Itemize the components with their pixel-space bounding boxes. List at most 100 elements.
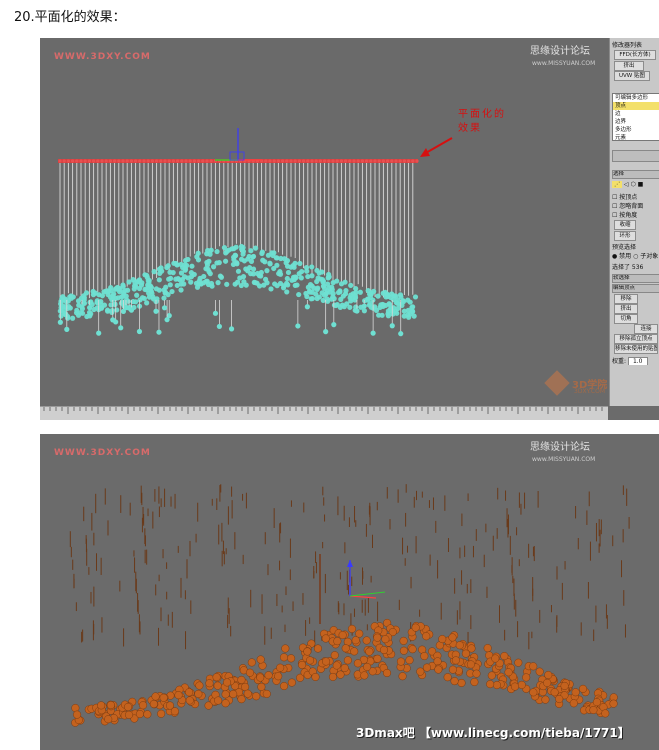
vertex-sphere: [194, 689, 203, 698]
uvw-button[interactable]: UVW 贴图: [614, 71, 650, 81]
screenshot-panel-2[interactable]: WWW.3DXY.COM 思缘设计论坛 www.MISSYUAN.COM 3Dma…: [40, 434, 659, 750]
timeline-ruler[interactable]: [40, 406, 608, 420]
vertex-sphere: [264, 268, 270, 274]
vertex-sphere: [215, 280, 221, 286]
vertex-sphere: [90, 292, 97, 298]
vertex-sphere: [204, 251, 210, 257]
plane-vertex: [150, 159, 154, 163]
vertex-sphere: [243, 282, 249, 288]
vertex-sphere: [144, 300, 150, 306]
vertex-sphere: [535, 667, 544, 676]
vertex-sphere: [319, 269, 325, 275]
stack-item-vertex[interactable]: 顶点: [613, 102, 659, 110]
vertex-sphere: [343, 656, 352, 665]
vertex-sphere: [70, 315, 76, 321]
check-by-vertex[interactable]: ☐ 按顶点: [612, 192, 659, 201]
preview-radios[interactable]: ● 禁用 ○ 子对象: [612, 251, 659, 260]
vertex-sphere: [167, 275, 174, 282]
vertex-sphere: [309, 283, 315, 289]
plane-vertex: [289, 159, 293, 163]
vertex-sphere: [450, 677, 459, 686]
vertex-sphere: [145, 284, 151, 291]
plane-vertex: [155, 159, 159, 163]
plane-vertex: [356, 159, 360, 163]
vertex-sphere: [105, 291, 111, 298]
check-ignore-back[interactable]: ☐ 忽略背面: [612, 201, 659, 210]
subobject-icons[interactable]: ⋰ ◁ ⬡ ■: [612, 181, 659, 188]
vertex-sphere: [361, 308, 367, 314]
stack-item-element[interactable]: 元素: [613, 134, 659, 142]
vertex-sphere: [238, 282, 244, 289]
check-by-angle[interactable]: ☐ 按角度: [612, 210, 659, 219]
weight-row[interactable]: 权重: 1.0: [612, 356, 659, 365]
vertex-sphere: [416, 667, 425, 676]
vertex-sphere: [175, 276, 181, 282]
plane-vertex: [129, 159, 133, 163]
border-mode-icon[interactable]: ⬡: [630, 181, 635, 188]
vertex-sphere: [250, 271, 257, 277]
ring-button[interactable]: 环形: [614, 231, 636, 241]
vertex-sphere: [420, 652, 429, 661]
rollout-soft-select[interactable]: 软选择: [612, 274, 659, 283]
stack-item-border[interactable]: 边界: [613, 118, 659, 126]
polygon-mode-icon[interactable]: ■: [638, 181, 644, 188]
remove-button[interactable]: 移除: [614, 294, 638, 304]
vertex-sphere: [181, 274, 188, 280]
vertex-sphere: [376, 312, 382, 318]
vertex-sphere: [237, 675, 246, 684]
vertex-sphere: [261, 282, 267, 288]
plane-vertex: [369, 159, 373, 163]
remove-isolated-button[interactable]: 移除孤立顶点: [614, 334, 658, 344]
vertex-sphere: [241, 258, 248, 264]
modifier-list-label[interactable]: 修改器列表: [612, 40, 659, 49]
rollout-edit-vertex[interactable]: 编辑顶点: [612, 284, 659, 293]
stack-item-polygon[interactable]: 多边形: [613, 126, 659, 134]
vertex-sphere: [203, 266, 209, 272]
gizmo-y-axis: [349, 591, 386, 597]
vertex-sphere: [113, 285, 119, 292]
connect-button[interactable]: 连接: [634, 324, 658, 334]
vertex-sphere: [295, 323, 301, 329]
stack-item-edge[interactable]: 边: [613, 110, 659, 118]
remove-unused-maps-button[interactable]: 移除未使用的贴图: [614, 344, 658, 354]
vertex-sphere: [178, 287, 184, 293]
vertex-sphere: [592, 698, 601, 707]
plane-vertex: [117, 159, 121, 163]
vertex-sphere: [240, 248, 247, 255]
vertex-sphere: [338, 296, 344, 302]
stack-toolbar[interactable]: [612, 150, 659, 162]
vertex-sphere: [365, 296, 371, 302]
stack-item-editable-poly[interactable]: 可编辑多边形: [613, 94, 659, 102]
viewport-1[interactable]: WWW.3DXY.COM 思缘设计论坛 www.MISSYUAN.COM 平面化的…: [40, 38, 608, 406]
vertex-sphere: [252, 692, 261, 701]
vertex-sphere: [124, 702, 133, 711]
vertex-sphere: [57, 319, 63, 325]
ffd-button[interactable]: FFD(长方体): [614, 50, 656, 60]
vertex-sphere: [203, 278, 209, 284]
vertex-sphere: [443, 673, 452, 682]
vertex-sphere: [363, 662, 372, 671]
plane-vertex: [360, 159, 364, 163]
vertex-sphere: [167, 282, 173, 288]
vertex-sphere: [120, 283, 126, 290]
chamfer-button[interactable]: 切角: [614, 314, 638, 324]
vertex-sphere: [171, 260, 177, 266]
vertex-sphere: [212, 673, 221, 682]
extrude-mod-button[interactable]: 挤出: [614, 61, 644, 71]
plane-vertex: [192, 159, 196, 163]
vertex-sphere: [232, 281, 238, 287]
edge-mode-icon[interactable]: ◁: [624, 181, 629, 188]
vertex-sphere: [256, 655, 265, 664]
vertex-mode-icon[interactable]: ⋰: [612, 181, 622, 188]
plane-vertex: [276, 159, 280, 163]
vertex-sphere: [323, 290, 329, 296]
vertex-sphere: [550, 688, 559, 697]
plane-vertex: [373, 159, 377, 163]
extrude-button[interactable]: 挤出: [614, 304, 638, 314]
rollout-select[interactable]: 选择: [612, 170, 659, 179]
vertex-sphere: [126, 279, 132, 285]
screenshot-panel-1: WWW.3DXY.COM 思缘设计论坛 www.MISSYUAN.COM 平面化的…: [40, 38, 659, 420]
shrink-button[interactable]: 收缩: [614, 220, 636, 230]
vertex-sphere: [334, 278, 340, 284]
vertex-sphere: [398, 294, 404, 300]
